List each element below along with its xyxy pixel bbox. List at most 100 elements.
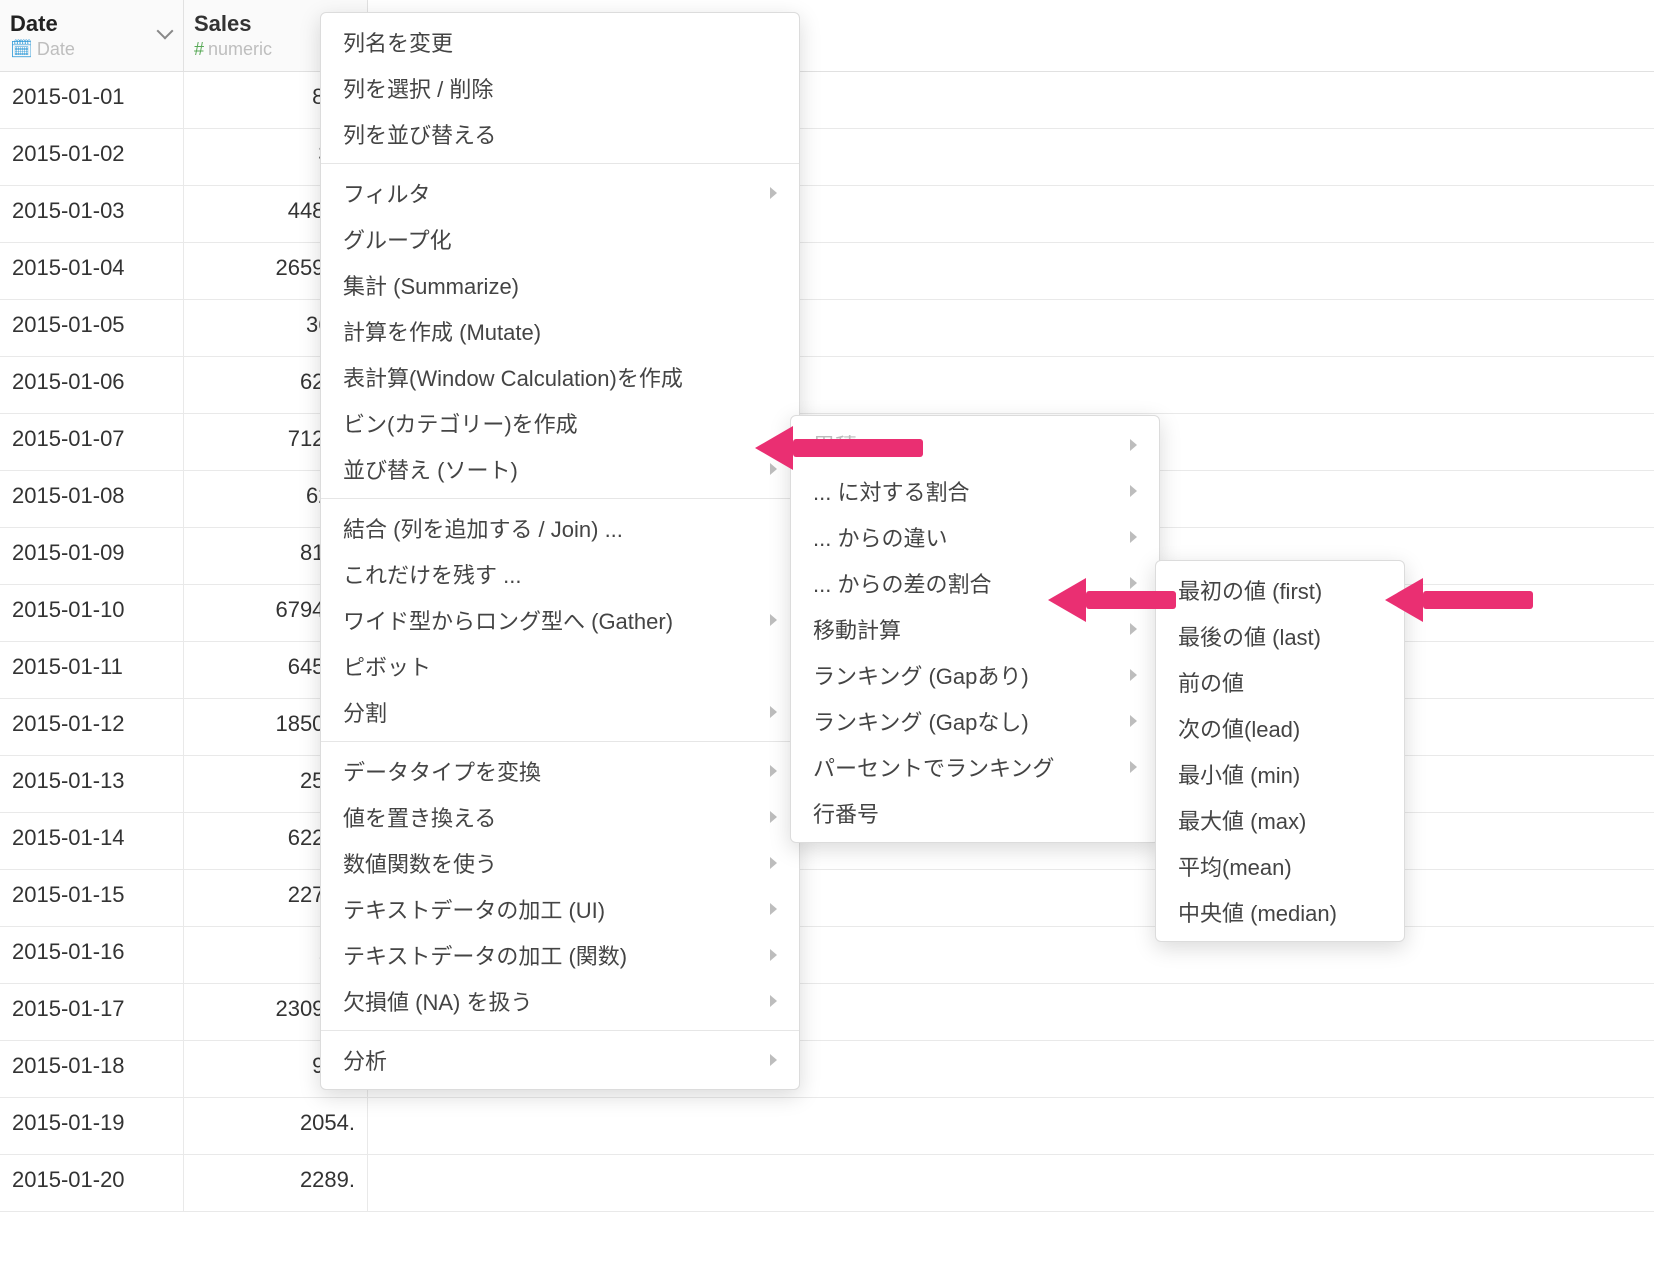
menu-item[interactable]: ビン(カテゴリー)を作成 — [321, 400, 799, 446]
menu-item[interactable]: 列名を変更 — [321, 19, 799, 65]
column-name: Sales — [194, 11, 252, 37]
menu-item-label: ... からの違い — [813, 521, 947, 553]
menu-item[interactable]: テキストデータの加工 (UI) — [321, 886, 799, 932]
annotation-arrow — [1048, 578, 1176, 622]
menu-item[interactable]: 分析 — [321, 1037, 799, 1083]
cell-date[interactable]: 2015-01-17 — [0, 984, 184, 1040]
cell-date[interactable]: 2015-01-05 — [0, 300, 184, 356]
menu-item[interactable]: テキストデータの加工 (関数) — [321, 932, 799, 978]
menu-item[interactable]: 前の値 — [1156, 659, 1404, 705]
menu-item[interactable]: ランキング (Gapなし) — [791, 698, 1159, 744]
menu-separator — [321, 741, 799, 742]
table-row[interactable]: 2015-01-172309.52 — [0, 984, 1654, 1041]
menu-item-label: 欠損値 (NA) を扱う — [343, 985, 532, 1017]
cell-date[interactable]: 2015-01-07 — [0, 414, 184, 470]
cell-date[interactable]: 2015-01-20 — [0, 1155, 184, 1211]
menu-item[interactable]: データタイプを変換 — [321, 748, 799, 794]
menu-item[interactable]: グループ化 — [321, 216, 799, 262]
menu-item[interactable]: 列を選択 / 削除 — [321, 65, 799, 111]
menu-item[interactable]: 数値関数を使う — [321, 840, 799, 886]
menu-separator — [321, 1030, 799, 1031]
menu-item[interactable]: 値を置き換える — [321, 794, 799, 840]
menu-item[interactable]: 集計 (Summarize) — [321, 262, 799, 308]
menu-item[interactable]: 表計算(Window Calculation)を作成 — [321, 354, 799, 400]
menu-item-label: 計算を作成 (Mutate) — [343, 315, 541, 347]
table-row[interactable]: 2015-01-192054. — [0, 1098, 1654, 1155]
menu-item-label: 列を並び替える — [343, 118, 496, 150]
table-row[interactable]: 2015-01-18932. — [0, 1041, 1654, 1098]
menu-item[interactable]: 中央値 (median) — [1156, 889, 1404, 935]
cell-date[interactable]: 2015-01-04 — [0, 243, 184, 299]
cell-date[interactable]: 2015-01-16 — [0, 927, 184, 983]
menu-item-label: 前の値 — [1178, 666, 1244, 698]
menu-item[interactable]: 平均(mean) — [1156, 843, 1404, 889]
menu-item[interactable]: パーセントでランキング — [791, 744, 1159, 790]
menu-item-label: 移動計算 — [813, 613, 901, 645]
menu-item[interactable]: 計算を作成 (Mutate) — [321, 308, 799, 354]
menu-item-label: 最初の値 (first) — [1178, 574, 1322, 606]
menu-item-label: ビン(カテゴリー)を作成 — [343, 407, 578, 439]
table-row[interactable]: 2015-01-152279.5 — [0, 870, 1654, 927]
table-row[interactable]: 2015-01-01808. — [0, 72, 1654, 129]
menu-item-label: 数値関数を使う — [343, 847, 497, 879]
menu-item[interactable]: 最大値 (max) — [1156, 797, 1404, 843]
cell-date[interactable]: 2015-01-01 — [0, 72, 184, 128]
chevron-down-icon[interactable] — [159, 24, 171, 47]
table-row[interactable]: 2015-01-06622.5 — [0, 357, 1654, 414]
cell-date[interactable]: 2015-01-13 — [0, 756, 184, 812]
menu-item[interactable]: 欠損値 (NA) を扱う — [321, 978, 799, 1024]
cell-date[interactable]: 2015-01-12 — [0, 699, 184, 755]
cell-date[interactable]: 2015-01-02 — [0, 129, 184, 185]
column-header-date[interactable]: Date 🗓 Date — [0, 0, 184, 71]
cell-date[interactable]: 2015-01-18 — [0, 1041, 184, 1097]
cell-date[interactable]: 2015-01-15 — [0, 870, 184, 926]
cell-date[interactable]: 2015-01-19 — [0, 1098, 184, 1154]
table-row[interactable]: 2015-01-202289. — [0, 1155, 1654, 1212]
table-row[interactable]: 2015-01-034486.8 — [0, 186, 1654, 243]
menu-item[interactable]: ... からの違い — [791, 514, 1159, 560]
cell-date[interactable]: 2015-01-06 — [0, 357, 184, 413]
cell-date[interactable]: 2015-01-11 — [0, 642, 184, 698]
cell-date[interactable]: 2015-01-14 — [0, 813, 184, 869]
annotation-arrow — [755, 426, 923, 470]
menu-item-label: 列を選択 / 削除 — [343, 72, 493, 104]
context-menu-column: 列名を変更列を選択 / 削除列を並び替える フィルタグループ化集計 (Summa… — [320, 12, 800, 1090]
menu-item-label: ピボット — [343, 650, 431, 682]
menu-item-label: 最後の値 (last) — [1178, 620, 1321, 652]
menu-item[interactable]: ワイド型からロング型へ (Gather) — [321, 597, 799, 643]
menu-item[interactable]: フィルタ — [321, 170, 799, 216]
menu-item[interactable]: ピボット — [321, 643, 799, 689]
table-row[interactable]: 2015-01-042659.91 — [0, 243, 1654, 300]
menu-item-label: ランキング (Gapなし) — [813, 705, 1029, 737]
table-row[interactable]: 2015-01-02314 — [0, 129, 1654, 186]
calendar-icon: 🗓 — [10, 39, 33, 60]
menu-item[interactable]: 並び替え (ソート) — [321, 446, 799, 492]
menu-item[interactable]: 最小値 (min) — [1156, 751, 1404, 797]
menu-item[interactable]: 最初の値 (first) — [1156, 567, 1404, 613]
table-row[interactable]: 2015-01-16149 — [0, 927, 1654, 984]
table-row[interactable]: 2015-01-053662 — [0, 300, 1654, 357]
menu-item-label: 中央値 (median) — [1178, 896, 1337, 928]
cell-date[interactable]: 2015-01-08 — [0, 471, 184, 527]
menu-item[interactable]: 行番号 — [791, 790, 1159, 836]
cell-date[interactable]: 2015-01-10 — [0, 585, 184, 641]
annotation-arrow — [1385, 578, 1533, 622]
menu-item[interactable]: ランキング (Gapあり) — [791, 652, 1159, 698]
menu-item-label: 列名を変更 — [343, 26, 453, 58]
cell-sales[interactable]: 2054. — [184, 1098, 368, 1154]
menu-item[interactable]: 列を並び替える — [321, 111, 799, 157]
column-type: 🗓 Date — [10, 39, 75, 60]
menu-item-label: 行番号 — [813, 797, 879, 829]
menu-item[interactable]: 最後の値 (last) — [1156, 613, 1404, 659]
menu-item-label: データタイプを変換 — [343, 755, 541, 787]
menu-item[interactable]: 結合 (列を追加する / Join) ... — [321, 505, 799, 551]
menu-item[interactable]: ... に対する割合 — [791, 468, 1159, 514]
menu-item-label: 平均(mean) — [1178, 850, 1292, 882]
menu-item[interactable]: これだけを残す ... — [321, 551, 799, 597]
cell-date[interactable]: 2015-01-09 — [0, 528, 184, 584]
menu-item[interactable]: 次の値(lead) — [1156, 705, 1404, 751]
menu-item-label: テキストデータの加工 (UI) — [343, 893, 605, 925]
cell-date[interactable]: 2015-01-03 — [0, 186, 184, 242]
cell-sales[interactable]: 2289. — [184, 1155, 368, 1211]
menu-item[interactable]: 分割 — [321, 689, 799, 735]
